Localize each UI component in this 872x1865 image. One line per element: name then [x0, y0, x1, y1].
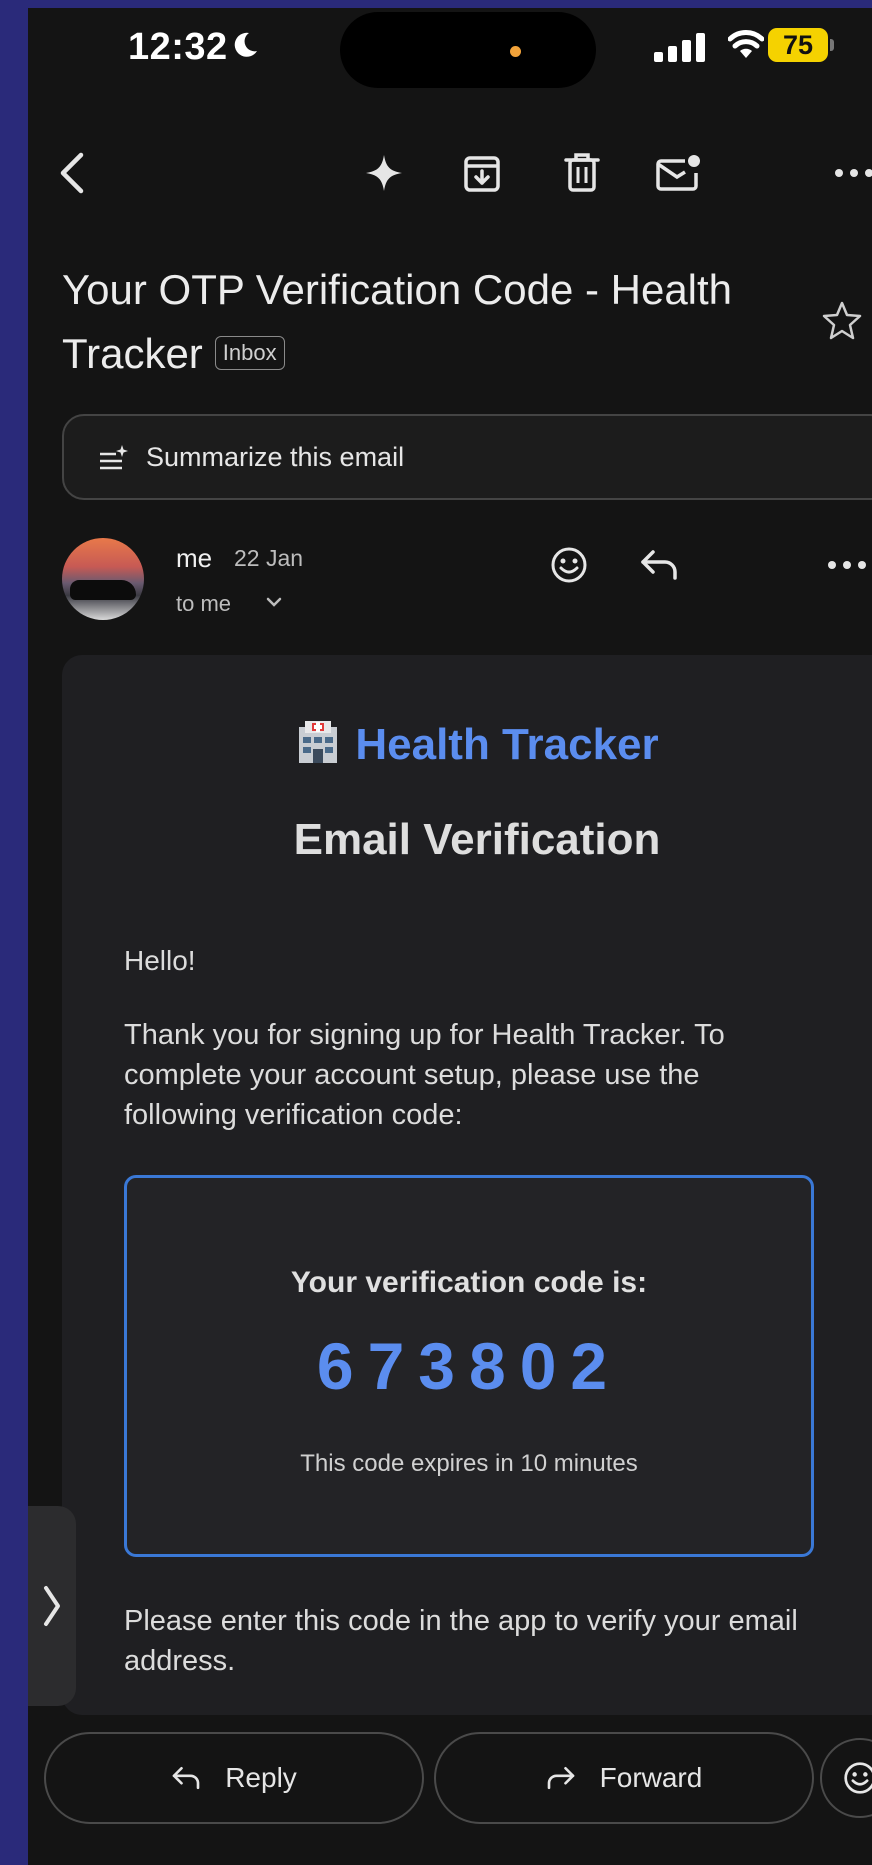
- reply-icon: [171, 1765, 201, 1791]
- back-icon: [60, 152, 84, 194]
- email-heading: Email Verification: [293, 815, 661, 864]
- code-lead: Your verification code is:: [290, 1266, 648, 1299]
- greeting: Hello!: [124, 945, 196, 976]
- email-subject: Your OTP Verification Code - Health Trac…: [62, 258, 822, 386]
- battery-level: 75: [768, 28, 828, 62]
- trash-icon: [564, 153, 600, 192]
- reply-label: Reply: [225, 1762, 297, 1793]
- side-panel-handle[interactable]: [28, 1506, 76, 1706]
- mark-unread-icon: [656, 155, 700, 191]
- verification-code[interactable]: 673802: [127, 1328, 811, 1404]
- more-options-button[interactable]: [824, 143, 872, 203]
- mark-unread-button[interactable]: [648, 143, 708, 203]
- gemini-button[interactable]: [354, 143, 414, 203]
- privacy-dot: [510, 46, 521, 57]
- subject-text: Your OTP Verification Code - Health Trac…: [62, 266, 733, 377]
- summarize-button[interactable]: Summarize this email: [62, 414, 872, 500]
- verification-code-box: Your verification code is: 673802 This c…: [124, 1175, 814, 1557]
- back-button[interactable]: [42, 143, 102, 203]
- avatar[interactable]: [62, 538, 144, 620]
- chevron-right-icon: [44, 1586, 60, 1626]
- intro-paragraph: Thank you for signing up for Health Trac…: [124, 1019, 725, 1131]
- hospital-icon: [295, 719, 341, 765]
- chevron-down-icon[interactable]: [266, 597, 282, 607]
- summarize-label: Summarize this email: [146, 442, 405, 472]
- email-toolbar: [28, 133, 872, 213]
- more-icon: [835, 169, 872, 177]
- react-bottom-button[interactable]: [820, 1738, 872, 1818]
- bottom-action-bar: Reply Forward: [28, 1718, 872, 1865]
- sender-name: me: [176, 543, 213, 573]
- status-bar: 12:32 75: [28, 8, 872, 93]
- code-expiry: This code expires in 10 minutes: [300, 1450, 638, 1477]
- reply-inline-button[interactable]: [634, 540, 684, 590]
- avatar-car: [70, 580, 136, 600]
- outro-paragraph: Please enter this code in the app to ver…: [124, 1605, 798, 1677]
- status-time: 12:32: [128, 26, 228, 68]
- moon-icon: [234, 32, 257, 57]
- reply-icon: [641, 550, 677, 580]
- reply-button[interactable]: Reply: [44, 1732, 424, 1824]
- brand-name: Health Tracker: [355, 720, 659, 769]
- signal-icon: [654, 33, 705, 62]
- sparkle-icon: [366, 155, 402, 191]
- wifi-icon: [728, 30, 764, 58]
- battery-cap: [830, 39, 834, 51]
- brand-header: Health Tracker: [62, 719, 872, 770]
- emoji-icon: [844, 1762, 872, 1794]
- label-badge[interactable]: Inbox: [214, 335, 285, 370]
- recipient-toggle[interactable]: to me: [176, 591, 231, 617]
- email-body: Health Tracker Email Verification Hello!…: [62, 655, 872, 1715]
- forward-label: Forward: [599, 1762, 703, 1793]
- more-icon: [828, 561, 866, 569]
- archive-button[interactable]: [452, 143, 512, 203]
- archive-icon: [464, 156, 500, 192]
- summarize-icon: [100, 445, 128, 470]
- forward-button[interactable]: Forward: [434, 1732, 814, 1824]
- delete-button[interactable]: [552, 143, 612, 203]
- dynamic-island: [340, 12, 596, 88]
- react-button[interactable]: [544, 540, 594, 590]
- message-more-button[interactable]: [822, 540, 872, 590]
- forward-icon: [546, 1765, 576, 1791]
- emoji-icon: [551, 547, 587, 583]
- star-icon[interactable]: [822, 300, 862, 340]
- email-date: 22 Jan: [234, 545, 304, 571]
- phone-screen: 12:32 75 Your OTP Verification Code - He…: [28, 8, 872, 1865]
